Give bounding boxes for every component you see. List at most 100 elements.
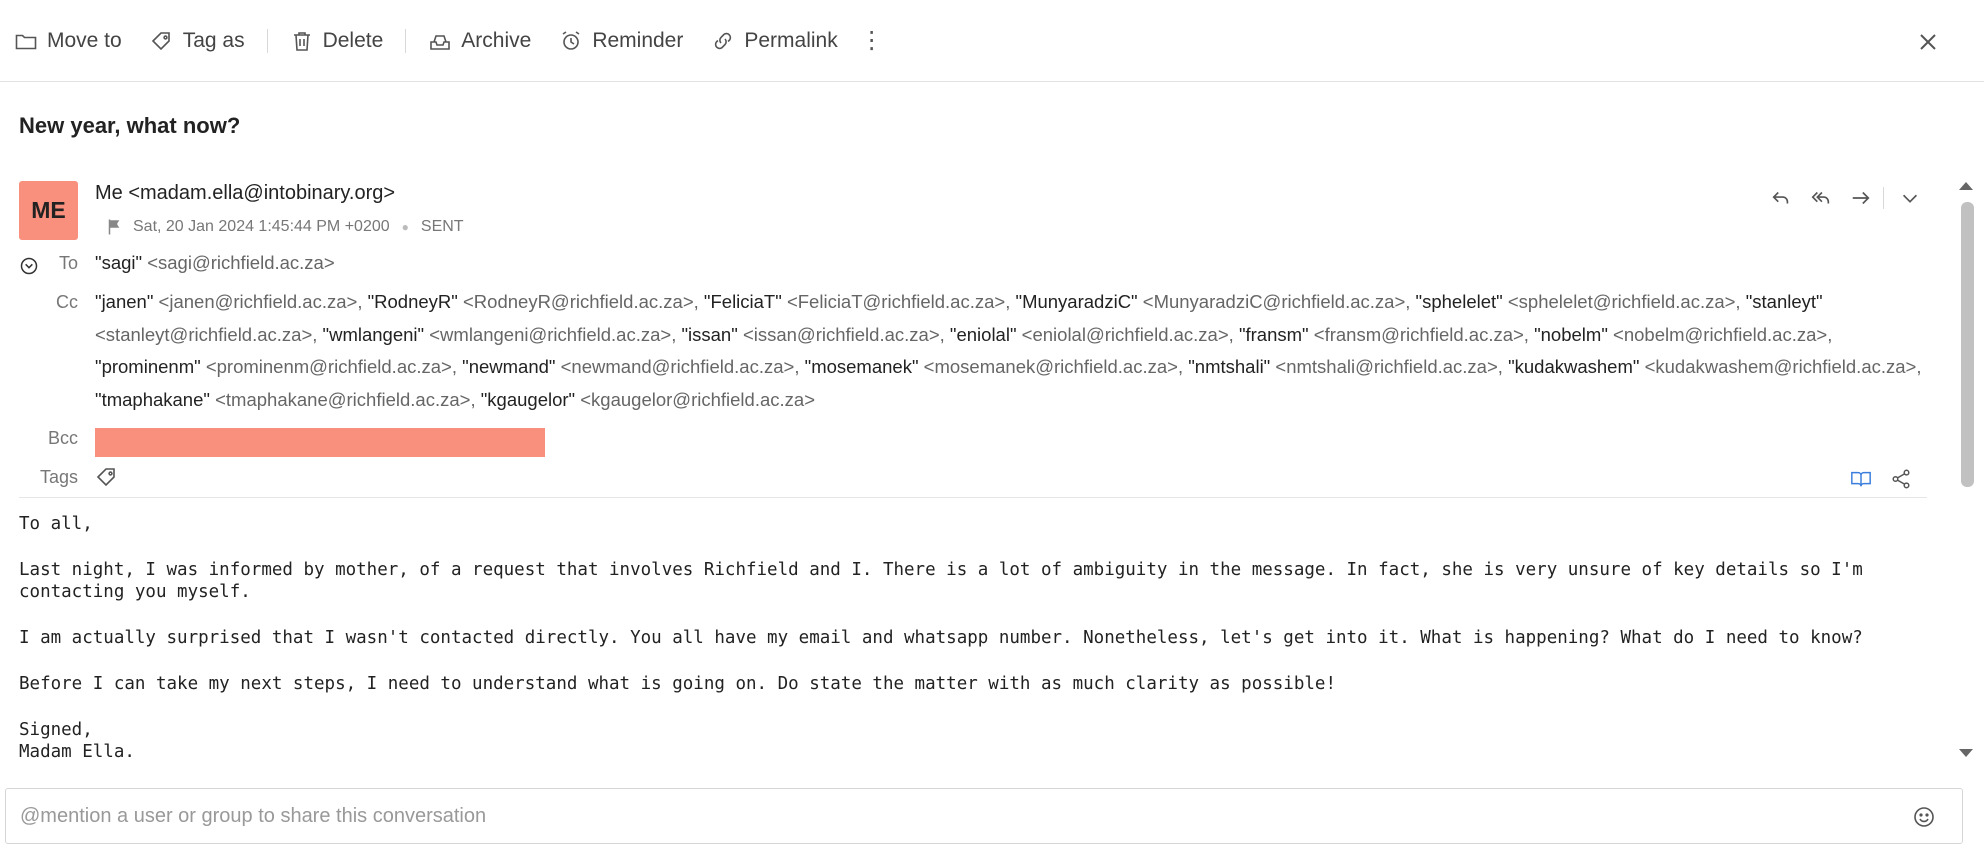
scrollbar[interactable] [1956,82,1984,772]
tag-icon [96,468,115,487]
avatar: ME [19,181,78,240]
reader-view-button[interactable] [1850,468,1874,492]
toolbar-separator [266,28,268,53]
recipient[interactable]: "sagi" <sagi@richfield.ac.za> [95,252,335,273]
recipient-email: <eniolal@richfield.ac.za> [1021,323,1229,345]
recipient-name: "FeliciaT" [703,291,782,312]
scroll-down-arrow-icon[interactable] [1959,749,1973,757]
message-body: To all, Last night, I was informed by mot… [19,513,1919,787]
forward-button[interactable] [1847,186,1875,210]
recipient[interactable]: "prominenm" <prominenm@richfield.ac.za> [95,356,452,377]
recipient[interactable]: "RodneyR" <RodneyR@richfield.ac.za> [368,291,694,312]
recipient[interactable]: "FeliciaT" <FeliciaT@richfield.ac.za> [704,291,1005,312]
folder-icon [15,34,37,49]
recipient-email: <nobelm@richfield.ac.za> [1613,323,1828,345]
add-tag-button[interactable] [95,465,119,489]
reply-all-button[interactable] [1807,186,1835,210]
close-button[interactable] [1916,30,1940,54]
recipient[interactable]: "kgaugelor" <kgaugelor@richfield.ac.za> [481,389,815,410]
permalink-button[interactable]: Permalink [711,29,838,53]
sender[interactable]: Me <madam.ella@intobinary.org> [95,182,395,205]
open-book-icon [1851,471,1871,487]
message-date: Sat, 20 Jan 2024 1:45:44 PM +0200 [133,218,390,235]
recipient[interactable]: "MunyaradziC" <MunyaradziC@richfield.ac.… [1016,291,1406,312]
recipient-email: <FeliciaT@richfield.ac.za> [786,291,1006,312]
tags-label: Tags [39,467,78,487]
bcc-redacted-block [95,428,545,457]
move-to-button[interactable]: Move to [14,29,122,53]
recipient-name: "mosemanek" [804,356,919,377]
recipient-name: "fransm" [1238,323,1309,345]
recipient-email: <sphelelet@richfield.ac.za> [1507,291,1736,312]
cc-recipients: "janen" <janen@richfield.ac.za>, "Rodney… [95,291,1922,410]
recipient-email: <newmand@richfield.ac.za> [560,356,795,377]
recipient[interactable]: "eniolal" <eniolal@richfield.ac.za> [950,324,1229,345]
flag-icon[interactable] [105,218,123,236]
recipient-name: "janen" [95,291,154,312]
recipient-name: "nmtshali" [1188,356,1271,377]
scrollbar-thumb[interactable] [1961,202,1974,487]
tag-as-button[interactable]: Tag as [150,29,245,53]
recipient-name: "sphelelet" [1415,291,1503,312]
recipient-name: "issan" [681,323,738,345]
to-recipients: "sagi" <sagi@richfield.ac.za> [95,247,1925,280]
trash-icon [293,31,310,51]
mention-box [5,788,1963,844]
reply-all-icon [1811,191,1830,204]
recipient[interactable]: "fransm" <fransm@richfield.ac.za> [1239,324,1524,345]
body-paragraph: I am actually surprised that I wasn't co… [19,628,1863,648]
smiley-icon [1914,807,1934,827]
recipient[interactable]: "tmaphakane" <tmaphakane@richfield.ac.za… [95,389,470,410]
recipient[interactable]: "issan" <issan@richfield.ac.za> [681,324,939,345]
recipient-name: "RodneyR" [367,291,458,312]
recipient-name: "kudakwashem" [1508,356,1640,377]
delete-button[interactable]: Delete [290,29,383,53]
more-options-icon[interactable]: ⋮ [860,28,884,53]
recipient-name: "wmlangeni" [322,323,425,345]
actions-separator [1883,187,1884,209]
recipient-name: "tmaphakane" [95,388,210,410]
toolbar-separator [405,28,407,53]
recipient[interactable]: "wmlangeni" <wmlangeni@richfield.ac.za> [323,324,672,345]
recipient-email: <prominenm@richfield.ac.za> [205,356,452,377]
recipient-name: "prominenm" [95,356,201,377]
more-actions-button[interactable] [1896,186,1924,210]
chevron-down-icon [1902,194,1918,203]
bcc-label: Bcc [47,428,78,448]
message-meta: Sat, 20 Jan 2024 1:45:44 PM +0200 ● SENT [105,218,464,236]
recipient-email: <janen@richfield.ac.za> [158,291,358,312]
recipient-name: "kgaugelor" [480,388,576,410]
message-tools [1834,468,1914,492]
recipient[interactable]: "sphelelet" <sphelelet@richfield.ac.za> [1416,291,1736,312]
mention-input[interactable] [20,804,1870,828]
recipient[interactable]: "janen" <janen@richfield.ac.za> [95,291,357,312]
recipient-email: <nmtshali@richfield.ac.za> [1275,356,1498,377]
recipient[interactable]: "nmtshali" <nmtshali@richfield.ac.za> [1188,356,1498,377]
recipient-name: "newmand" [462,356,556,377]
recipient-email: <kudakwashem@richfield.ac.za> [1644,356,1917,377]
tag-as-label: Tag as [182,28,245,52]
recipient[interactable]: "mosemanek" <mosemanek@richfield.ac.za> [805,356,1178,377]
emoji-button[interactable] [1912,805,1936,829]
archive-button[interactable]: Archive [428,29,531,53]
recipient[interactable]: "kudakwashem" <kudakwashem@richfield.ac.… [1508,356,1916,377]
alarm-clock-icon [562,30,580,50]
body-paragraph: To all, [19,514,93,534]
recipient[interactable]: "newmand" <newmand@richfield.ac.za> [462,356,794,377]
recipient-email: <kgaugelor@richfield.ac.za> [580,388,815,410]
body-paragraph: Last night, I was informed by mother, of… [19,560,1863,602]
recipient-email: <mosemanek@richfield.ac.za> [923,356,1178,377]
recipient-email: <RodneyR@richfield.ac.za> [463,291,694,312]
recipient-name: "eniolal" [949,323,1017,345]
body-paragraph: Signed, Madam Ella. [19,720,135,762]
reminder-button[interactable]: Reminder [559,29,683,53]
archive-label: Archive [461,28,532,52]
reply-button[interactable] [1767,186,1795,210]
move-to-label: Move to [47,28,122,52]
scroll-up-arrow-icon[interactable] [1959,182,1973,190]
reply-icon [1772,191,1789,204]
share-button[interactable] [1890,468,1914,492]
recipient[interactable]: "nobelm" <nobelm@richfield.ac.za> [1534,324,1827,345]
recipient-name: "MunyaradziC" [1015,291,1138,312]
cc-label: Cc [56,292,78,312]
